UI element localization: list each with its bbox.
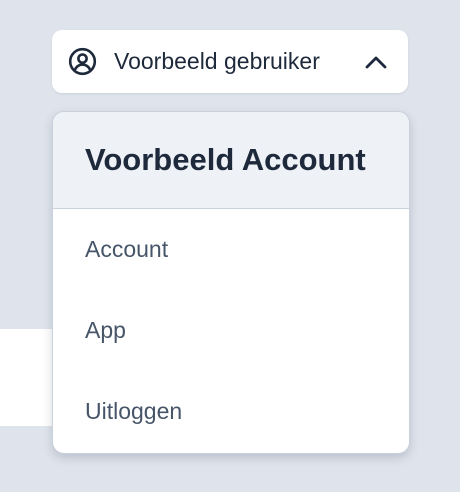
chevron-up-icon[interactable]: [364, 50, 388, 74]
user-menu-button[interactable]: Voorbeeld gebruiker: [52, 30, 408, 93]
menu-item-account[interactable]: Account: [53, 209, 409, 290]
user-menu-label: Voorbeeld gebruiker: [114, 48, 320, 74]
dropdown-title: Voorbeeld Account: [85, 142, 366, 177]
user-circle-icon: [68, 47, 97, 76]
menu-item-app[interactable]: App: [53, 290, 409, 371]
menu-item-uitloggen[interactable]: Uitloggen: [53, 371, 409, 452]
account-dropdown: Voorbeeld Account Account App Uitloggen: [52, 111, 410, 454]
dropdown-header: Voorbeeld Account: [53, 112, 409, 209]
background-panel: [0, 329, 60, 426]
